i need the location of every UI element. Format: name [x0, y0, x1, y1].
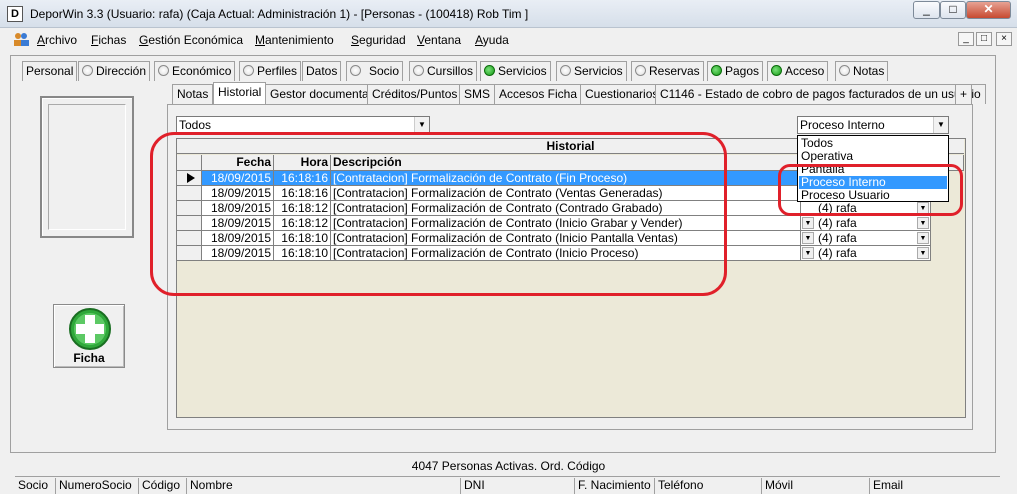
tab-economico[interactable]: Económico: [154, 61, 236, 81]
tab-datos[interactable]: Datos: [302, 61, 342, 81]
radio-indicator-icon: [243, 65, 254, 76]
tab-label: Reservas: [649, 64, 700, 78]
chevron-down-icon: ▼: [802, 217, 814, 229]
subtab-notas[interactable]: Notas: [172, 84, 214, 104]
menu-gestion-economica[interactable]: Gestión Económica: [139, 33, 243, 47]
tab-label: Socio: [369, 64, 400, 78]
window-title: DeporWin 3.3 (Usuario: rafa) (Caja Actua…: [30, 7, 529, 21]
tab-label: Perfiles: [257, 64, 298, 78]
radio-indicator-icon: [350, 65, 361, 76]
subtab-gestor-documental[interactable]: Gestor documental: [265, 84, 377, 104]
subtab-c1146[interactable]: C1146 - Estado de cobro de pagos factura…: [655, 84, 986, 104]
ficha-label: Ficha: [73, 351, 105, 365]
subtab-historial[interactable]: Historial: [213, 82, 267, 105]
subtab-accesos-ficha[interactable]: Accesos Ficha: [494, 84, 583, 104]
chevron-down-icon: ▼: [802, 247, 814, 259]
cell-usuario-select[interactable]: ▼ (4) rafa ▼: [801, 246, 931, 261]
tab-notas[interactable]: Notas: [835, 61, 889, 81]
cell-usuario-select[interactable]: ▼ (4) rafa ▼: [801, 231, 931, 246]
people-list-header: Socio NumeroSocio Código Nombre DNI F. N…: [15, 476, 1000, 494]
cell-usuario-select[interactable]: ▼ (4) rafa ▼: [801, 216, 931, 231]
type-filter-value: Proceso Interno: [800, 118, 885, 132]
radio-indicator-icon: [484, 65, 495, 76]
tab-label: Notas: [853, 64, 885, 78]
menu-mantenimiento[interactable]: Mantenimiento: [255, 33, 334, 47]
tab-label: Servicios: [574, 64, 623, 78]
cell-usuario-value: (4) rafa: [818, 231, 857, 245]
plus-icon: [69, 308, 111, 350]
subtab-creditos-puntos[interactable]: Créditos/Puntos: [367, 84, 463, 104]
tab-label: Económico: [172, 64, 232, 78]
tab-cursillos[interactable]: Cursillos: [409, 61, 478, 81]
radio-indicator-icon: [560, 65, 571, 76]
chevron-down-icon: ▼: [917, 217, 929, 229]
photo-placeholder: [48, 104, 126, 230]
tab-perfiles[interactable]: Perfiles: [239, 61, 302, 81]
mdi-minimize-button[interactable]: _: [958, 32, 974, 46]
radio-indicator-icon: [413, 65, 424, 76]
tab-label: Pagos: [725, 64, 760, 78]
menu-bar: Archivo Fichas Gestión Económica Manteni…: [0, 28, 1017, 52]
chevron-down-icon: ▼: [933, 117, 948, 133]
people-icon: [14, 33, 29, 46]
chevron-down-icon: ▼: [414, 117, 429, 133]
menu-seguridad[interactable]: Seguridad: [351, 33, 406, 47]
tab-reservas[interactable]: Reservas: [631, 61, 704, 81]
tab-label: Acceso: [785, 64, 825, 78]
tab-label: Servicios: [498, 64, 547, 78]
radio-indicator-icon: [771, 65, 782, 76]
tab-servicios-1[interactable]: Servicios: [480, 61, 551, 81]
chevron-down-icon: ▼: [802, 232, 814, 244]
close-button[interactable]: ✕: [966, 1, 1011, 19]
tab-servicios-2[interactable]: Servicios: [556, 61, 627, 81]
tab-personal[interactable]: Personal: [22, 61, 78, 81]
radio-indicator-icon: [158, 65, 169, 76]
cell-usuario-value: (4) rafa: [818, 216, 857, 230]
tab-label: Datos: [306, 64, 338, 78]
tab-socio[interactable]: Socio: [346, 61, 404, 81]
menu-fichas[interactable]: Fichas: [91, 33, 126, 47]
category-filter-value: Todos: [179, 118, 212, 132]
cell-usuario-value: (4) rafa: [818, 246, 857, 260]
subtab-cuestionarios[interactable]: Cuestionarios: [580, 84, 664, 104]
tab-direccion[interactable]: Dirección: [78, 61, 151, 81]
tab-label: Cursillos: [427, 64, 474, 78]
radio-indicator-icon: [82, 65, 93, 76]
title-bar[interactable]: D DeporWin 3.3 (Usuario: rafa) (Caja Act…: [0, 0, 1017, 28]
app-icon: D: [7, 6, 23, 22]
radio-indicator-icon: [839, 65, 850, 76]
highlight-ring-grid: [150, 132, 727, 296]
status-text: 4047 Personas Activas. Ord. Código: [411, 459, 606, 473]
tab-label: Personal: [26, 64, 74, 78]
radio-indicator-icon: [711, 65, 722, 76]
minimize-button[interactable]: _: [913, 1, 940, 19]
tab-acceso[interactable]: Acceso: [767, 61, 829, 81]
tab-label: Dirección: [96, 64, 147, 78]
highlight-ring-dropdown: [778, 164, 963, 216]
subtab-sms[interactable]: SMS: [459, 84, 496, 104]
maximize-button[interactable]: □: [940, 1, 966, 19]
chevron-down-icon: ▼: [917, 232, 929, 244]
menu-ventana[interactable]: Ventana: [417, 33, 461, 47]
radio-indicator-icon: [635, 65, 646, 76]
mdi-close-button[interactable]: ×: [996, 32, 1012, 46]
type-filter-select[interactable]: Proceso Interno ▼: [797, 116, 949, 134]
subtab-add[interactable]: +: [955, 84, 973, 104]
tab-pagos[interactable]: Pagos: [707, 61, 764, 81]
menu-ayuda[interactable]: Ayuda: [475, 33, 509, 47]
mdi-restore-button[interactable]: □: [976, 32, 992, 46]
chevron-down-icon: ▼: [917, 247, 929, 259]
menu-archivo[interactable]: Archivo: [37, 33, 77, 47]
